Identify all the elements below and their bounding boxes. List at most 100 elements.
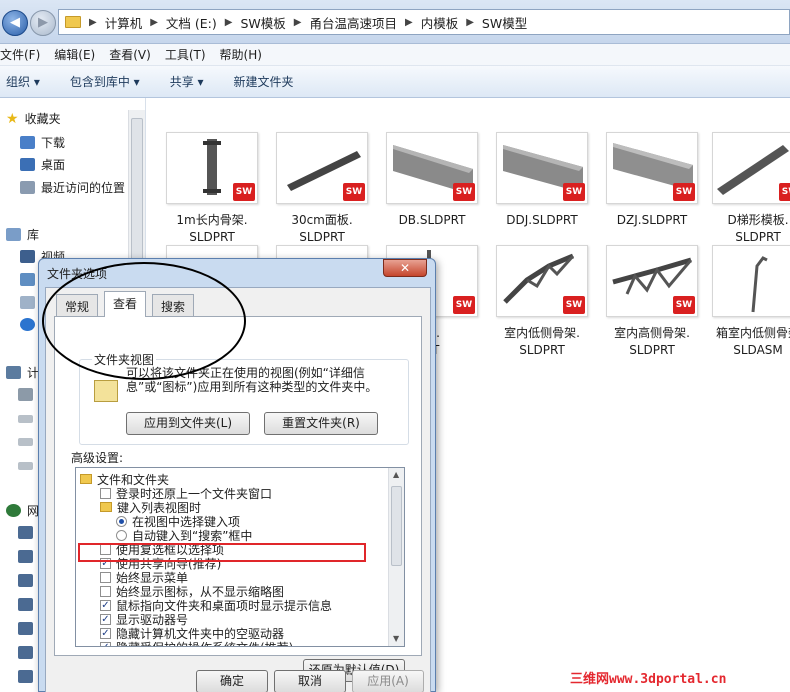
file-name: 室内低侧骨架. SLDPRT xyxy=(504,326,580,357)
documents-icon xyxy=(20,296,35,309)
network-computer-icon xyxy=(18,622,33,635)
tab-search[interactable]: 搜索 xyxy=(152,294,195,316)
tab-general[interactable]: 常规 xyxy=(56,294,99,316)
menu-view[interactable]: 查看(V) xyxy=(109,46,151,63)
nav-libraries[interactable]: 库 xyxy=(6,226,39,243)
file-thumbnail: SW xyxy=(276,132,368,204)
nav-network-pc[interactable] xyxy=(18,670,33,683)
nav-music[interactable] xyxy=(20,318,35,331)
nav-drive-e[interactable] xyxy=(18,438,33,446)
file-item[interactable]: SW 1m长内骨架. SLDPRT xyxy=(162,132,262,246)
reset-folders-button[interactable]: 重置文件夹(R) xyxy=(264,412,378,435)
ok-button[interactable]: 确定 xyxy=(196,670,268,692)
menu-bar: 文件(F) 编辑(E) 查看(V) 工具(T) 帮助(H) xyxy=(0,44,790,66)
nav-downloads[interactable]: 下载 xyxy=(20,134,65,151)
organize-button[interactable]: 组织 ▾ xyxy=(6,73,40,90)
checkbox-checked[interactable]: ✓ xyxy=(100,599,111,611)
menu-edit[interactable]: 编辑(E) xyxy=(54,46,95,63)
nav-network-pc[interactable] xyxy=(18,526,33,539)
checkbox-checked[interactable]: ✓ xyxy=(100,641,111,646)
nav-recent[interactable]: 最近访问的位置 xyxy=(20,179,125,196)
scroll-up-icon[interactable]: ▲ xyxy=(393,470,399,479)
file-thumbnail: SW xyxy=(496,132,588,204)
file-item[interactable]: SW DZJ.SLDPRT xyxy=(602,132,702,229)
file-item[interactable]: SW DDJ.SLDPRT xyxy=(492,132,592,229)
back-icon[interactable]: ◀ xyxy=(2,10,28,36)
include-in-library-button[interactable]: 包含到库中 ▾ xyxy=(70,73,140,90)
address-box[interactable]: ▶ 计算机 ▶ 文档 (E:) ▶ SW模板 ▶ 甬台温高速项目 ▶ 内模板 ▶… xyxy=(58,9,790,35)
menu-tools[interactable]: 工具(T) xyxy=(165,46,206,63)
nav-network-pc[interactable] xyxy=(18,598,33,611)
file-item[interactable]: SW 室内高侧骨架. SLDPRT xyxy=(602,245,702,359)
checkbox[interactable] xyxy=(100,487,111,499)
checkbox[interactable] xyxy=(100,571,111,583)
nav-network-pc[interactable] xyxy=(18,646,33,659)
file-item[interactable]: 箱室内低侧骨架SLDASM xyxy=(708,245,790,359)
breadcrumb-drive[interactable]: 文档 (E:) xyxy=(166,13,217,32)
radio-button[interactable] xyxy=(116,515,127,527)
nav-network-pc[interactable] xyxy=(18,574,33,587)
breadcrumb-project[interactable]: 甬台温高速项目 xyxy=(309,13,397,32)
checkbox-checked[interactable]: ✓ xyxy=(100,557,111,569)
nav-network-pc[interactable] xyxy=(18,550,33,563)
file-item[interactable]: SW DB.SLDPRT xyxy=(382,132,482,229)
solidworks-icon: SW xyxy=(563,183,585,201)
menu-help[interactable]: 帮助(H) xyxy=(220,46,262,63)
tree-scrollbar[interactable]: ▲ ▼ xyxy=(388,468,404,646)
new-folder-button[interactable]: 新建文件夹 xyxy=(234,73,294,90)
checkbox-checked[interactable]: ✓ xyxy=(100,613,111,625)
desktop-icon xyxy=(20,158,35,171)
nav-network[interactable]: 网 xyxy=(6,502,39,519)
radio-button[interactable] xyxy=(116,529,127,541)
file-name: DDJ.SLDPRT xyxy=(506,213,578,227)
folder-options-dialog: 文件夹选项 ✕ 常规 查看 搜索 文件夹视图 可以将该文件夹正在使用的视图(例如… xyxy=(38,258,436,692)
nav-computer[interactable]: 计 xyxy=(6,364,39,381)
apply-button[interactable]: 应用(A) xyxy=(352,670,424,692)
folder-icon xyxy=(65,16,81,28)
nav-network-pc[interactable] xyxy=(18,622,33,635)
setting-hide-protected-files[interactable]: ✓隐藏受保护的操作系统文件(推荐) xyxy=(100,640,293,646)
star-icon: ★ xyxy=(6,110,19,127)
breadcrumb-sw-model[interactable]: SW模型 xyxy=(482,13,527,32)
address-bar-row: ◀ ▶ ▶ 计算机 ▶ 文档 (E:) ▶ SW模板 ▶ 甬台温高速项目 ▶ 内… xyxy=(0,0,790,44)
file-name: DB.SLDPRT xyxy=(398,213,466,227)
file-item[interactable]: SW 30cm面板. SLDPRT xyxy=(272,132,372,246)
close-icon[interactable]: ✕ xyxy=(383,259,427,277)
drive-icon xyxy=(18,438,33,446)
assembly-preview-icon xyxy=(751,256,768,313)
forward-icon[interactable]: ▶ xyxy=(30,10,56,36)
file-item[interactable]: SW 室内低侧骨架. SLDPRT xyxy=(492,245,592,359)
file-thumbnail xyxy=(712,245,790,317)
scroll-down-icon[interactable]: ▼ xyxy=(393,634,399,643)
network-computer-icon xyxy=(18,526,33,539)
checkbox[interactable] xyxy=(100,585,111,597)
scroll-thumb[interactable] xyxy=(391,486,402,566)
file-thumbnail: SW xyxy=(606,132,698,204)
apply-to-folders-button[interactable]: 应用到文件夹(L) xyxy=(126,412,250,435)
checkbox-checked[interactable]: ✓ xyxy=(100,627,111,639)
breadcrumb-computer[interactable]: 计算机 xyxy=(105,13,143,32)
nav-drive-c[interactable] xyxy=(18,388,33,401)
breadcrumb-sw-template[interactable]: SW模板 xyxy=(240,13,285,32)
nav-pictures[interactable] xyxy=(20,273,35,286)
nav-favorites[interactable]: ★ 收藏夹 xyxy=(6,110,61,127)
file-name: D梯形模板. SLDPRT xyxy=(727,213,789,244)
network-computer-icon xyxy=(18,646,33,659)
network-computer-icon xyxy=(18,670,33,683)
cancel-button[interactable]: 取消 xyxy=(274,670,346,692)
network-computer-icon xyxy=(18,574,33,587)
menu-file[interactable]: 文件(F) xyxy=(0,46,40,63)
nav-documents[interactable] xyxy=(20,296,35,309)
breadcrumb-inner-template[interactable]: 内模板 xyxy=(421,13,459,32)
advanced-settings-label: 高级设置: xyxy=(71,451,124,465)
checkbox[interactable] xyxy=(100,543,111,555)
tab-view[interactable]: 查看 xyxy=(104,291,147,317)
share-button[interactable]: 共享 ▾ xyxy=(170,73,204,90)
file-name: 室内高侧骨架. SLDPRT xyxy=(614,326,690,357)
file-thumbnail: SW xyxy=(166,132,258,204)
file-item[interactable]: SW D梯形模板.SLDPRT xyxy=(708,132,790,246)
videos-icon xyxy=(20,250,35,263)
nav-drive-f[interactable] xyxy=(18,462,33,470)
nav-drive-d[interactable] xyxy=(18,415,33,423)
nav-desktop[interactable]: 桌面 xyxy=(20,156,65,173)
